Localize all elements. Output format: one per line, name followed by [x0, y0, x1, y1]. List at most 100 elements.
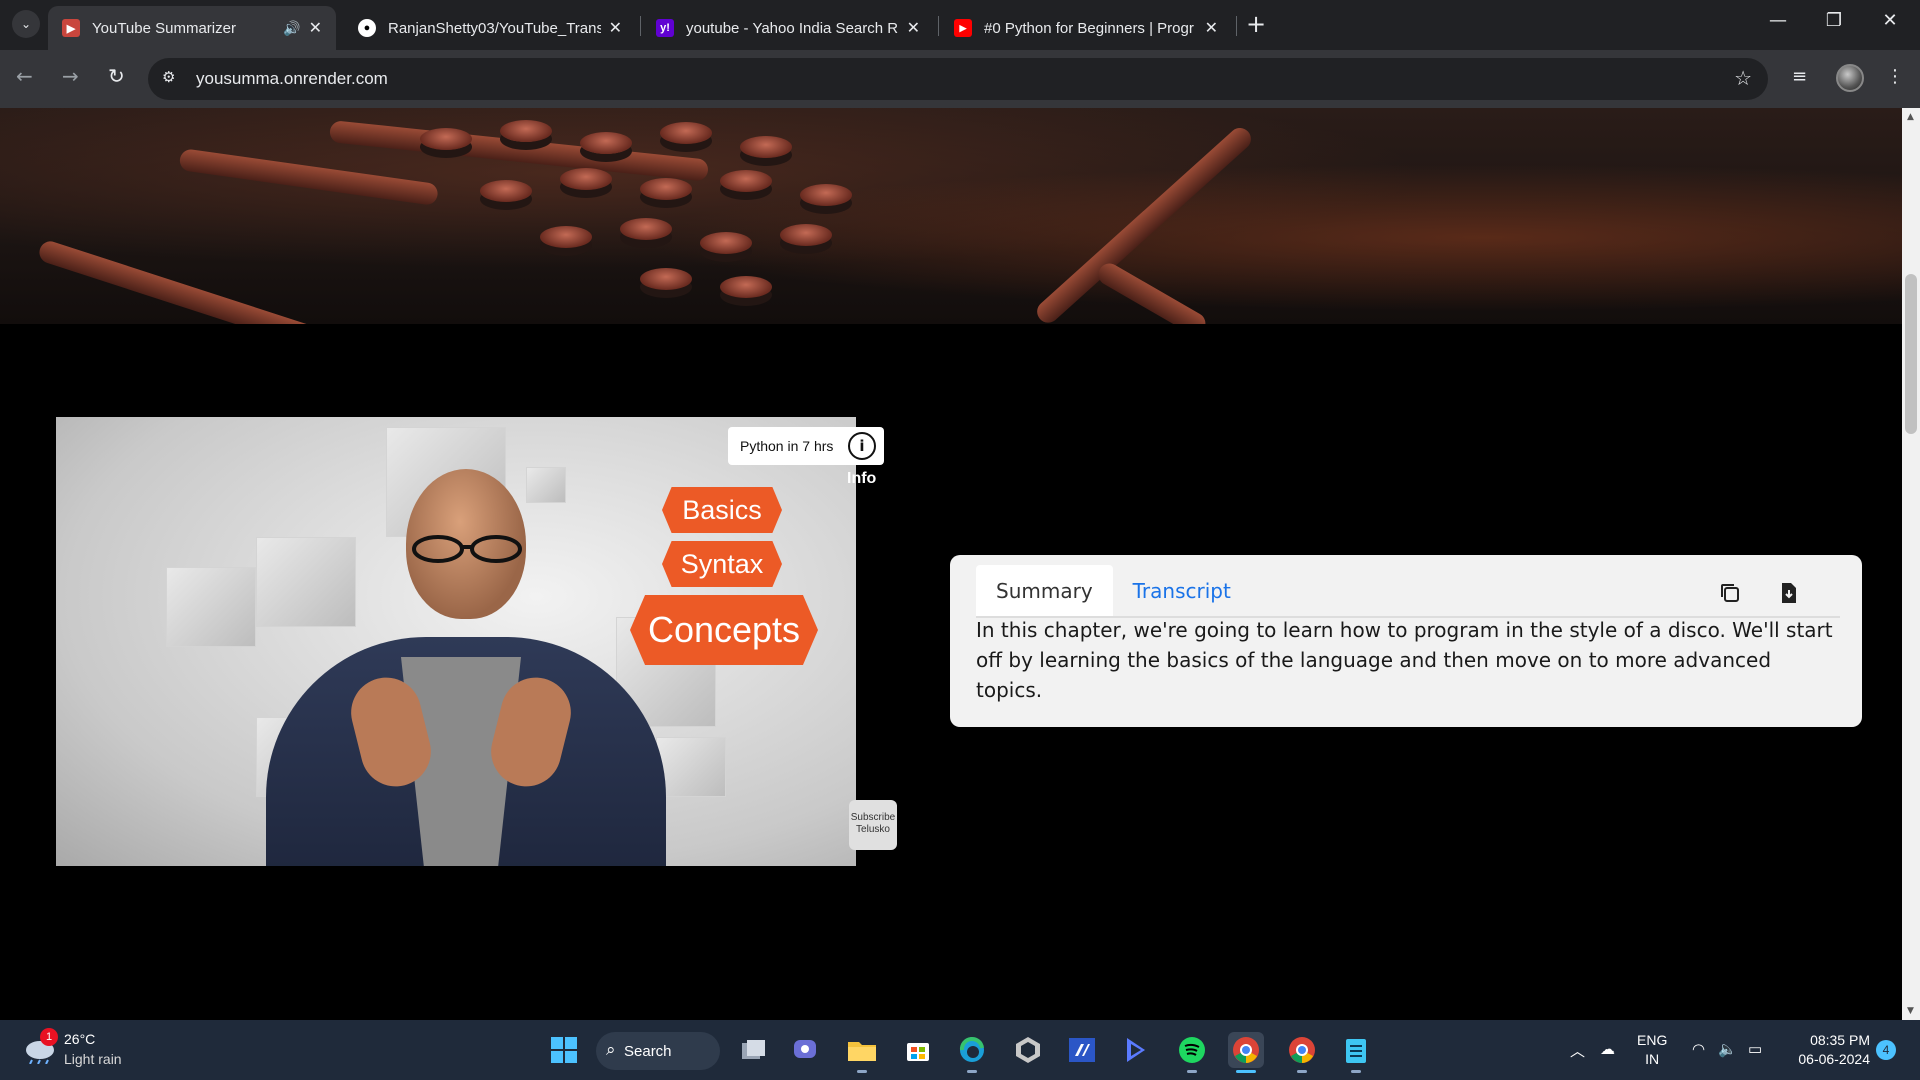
battery-icon[interactable]: ▭ [1748, 1040, 1762, 1058]
close-tab-icon[interactable]: ✕ [609, 18, 622, 38]
background-cube [526, 467, 566, 503]
tab-youtube-summarizer[interactable]: ▶ YouTube Summarizer 🔊 ✕ [48, 6, 336, 50]
github-favicon-icon: ● [358, 19, 376, 37]
reload-icon[interactable]: ↻ [108, 64, 125, 88]
taskbar-search-button[interactable]: ⌕ Search [596, 1032, 720, 1070]
info-icon[interactable]: i [848, 432, 876, 460]
edge-browser-icon[interactable] [954, 1032, 990, 1073]
teams-meet-icon[interactable] [788, 1032, 824, 1068]
chrome-profile-icon[interactable] [1284, 1032, 1320, 1073]
url-text[interactable]: yousumma.onrender.com [196, 69, 388, 89]
download-icon[interactable] [1776, 581, 1800, 605]
show-hidden-icons-chevron-icon[interactable]: ︿ [1570, 1040, 1585, 1061]
presenter-glasses [412, 535, 522, 563]
running-indicator [967, 1070, 977, 1073]
system-clock[interactable]: 08:35 PM 06-06-2024 [1780, 1031, 1870, 1069]
close-tab-icon[interactable]: ✕ [1205, 18, 1218, 38]
page-content: Basics Syntax Concepts Python in 7 hrs i… [0, 108, 1902, 1020]
visual-studio-icon[interactable] [1064, 1032, 1100, 1068]
tab-yahoo-search[interactable]: y! youtube - Yahoo India Search R ✕ [642, 6, 934, 50]
lang-region: IN [1645, 1051, 1660, 1067]
tab-title: youtube - Yahoo India Search R [686, 19, 899, 37]
page-scrollbar[interactable]: ▲ ▼ [1902, 108, 1920, 1020]
active-indicator [1236, 1070, 1256, 1073]
scroll-down-arrow-icon[interactable]: ▼ [1907, 1006, 1914, 1016]
weather-badge: 1 [40, 1028, 58, 1046]
tab-summary[interactable]: Summary [976, 565, 1113, 617]
summary-text: In this chapter, we're going to learn ho… [976, 618, 1833, 702]
running-indicator [1187, 1070, 1197, 1073]
forward-arrow-icon[interactable]: → [62, 64, 79, 88]
media-control-icon[interactable]: ≡ [1792, 66, 1807, 87]
video-tag-syntax: Syntax [662, 541, 782, 587]
onedrive-error-icon[interactable]: ☁ [1600, 1040, 1615, 1058]
subscribe-watermark[interactable]: Subscribe Telusko [849, 800, 897, 850]
close-window-icon[interactable]: ✕ [1870, 10, 1910, 31]
subscribe-label: Subscribe [850, 812, 896, 823]
scroll-up-arrow-icon[interactable]: ▲ [1907, 112, 1914, 122]
tab-youtube-python[interactable]: ▶ #0 Python for Beginners | Progr ✕ [940, 6, 1232, 50]
task-view-icon[interactable] [736, 1032, 772, 1068]
audio-playing-icon[interactable]: 🔊 [283, 20, 300, 37]
typewriter-key [580, 132, 632, 154]
bookmark-star-icon[interactable]: ☆ [1734, 66, 1752, 90]
background-cube [656, 737, 726, 797]
input-language-indicator[interactable]: ENG IN [1637, 1031, 1667, 1069]
search-icon: ⌕ [606, 1040, 616, 1059]
lang-primary: ENG [1637, 1032, 1668, 1048]
close-tab-icon[interactable]: ✕ [309, 18, 322, 38]
video-tag-concepts: Concepts [630, 595, 818, 665]
back-arrow-icon[interactable]: ← [16, 64, 33, 88]
typewriter-key [700, 232, 752, 254]
typewriter-bar [1094, 259, 1210, 324]
background-cube [166, 567, 256, 647]
typewriter-key [780, 224, 832, 246]
weather-temperature[interactable]: 26°C [64, 1031, 95, 1047]
summary-panel: Summary Transcript In this chapter, we'r… [950, 555, 1862, 727]
restore-icon[interactable]: ❐ [1814, 10, 1854, 31]
video-player[interactable]: Basics Syntax Concepts [56, 417, 856, 866]
microsoft-store-icon[interactable] [900, 1032, 936, 1068]
spotify-icon[interactable] [1174, 1032, 1210, 1073]
notepad-icon[interactable] [1338, 1032, 1374, 1073]
site-info-icon[interactable]: ⚙ [162, 68, 175, 86]
scrollbar-thumb[interactable] [1905, 274, 1917, 434]
wifi-icon[interactable]: ◠ [1692, 1040, 1705, 1058]
video-tag-basics: Basics [662, 487, 782, 533]
copy-icon[interactable] [1718, 581, 1742, 605]
tab-github[interactable]: ● RanjanShetty03/YouTube_Trans ✕ [344, 6, 636, 50]
tab-strip: ⌄ ▶ YouTube Summarizer 🔊 ✕ ● RanjanShett… [0, 0, 1920, 50]
clock-time: 08:35 PM [1810, 1032, 1870, 1048]
running-indicator [1297, 1070, 1307, 1073]
typewriter-key [640, 268, 692, 290]
channel-name: Telusko [856, 824, 890, 835]
typewriter-key [800, 184, 852, 206]
windows-start-icon[interactable] [546, 1032, 582, 1068]
tab-transcript[interactable]: Transcript [1113, 565, 1251, 617]
close-tab-icon[interactable]: ✕ [907, 18, 920, 38]
tab-title: #0 Python for Beginners | Progr [984, 19, 1194, 37]
tab-search-button[interactable]: ⌄ [12, 10, 40, 38]
profile-avatar[interactable] [1836, 64, 1864, 92]
weather-description[interactable]: Light rain [64, 1051, 122, 1067]
minimize-icon[interactable]: — [1758, 10, 1798, 31]
chrome-menu-icon[interactable]: ⋮ [1886, 66, 1904, 87]
address-bar[interactable]: ⚙ yousumma.onrender.com ☆ [148, 58, 1768, 100]
typewriter-key [420, 128, 472, 150]
volume-icon[interactable]: 🔈 [1718, 1040, 1737, 1058]
taskbar-search-label: Search [624, 1042, 672, 1060]
typewriter-bar [36, 238, 367, 324]
copilot-icon[interactable] [1118, 1032, 1154, 1068]
typewriter-key [740, 136, 792, 158]
unity-app-icon[interactable] [1010, 1032, 1046, 1068]
chrome-icon[interactable] [1228, 1032, 1264, 1073]
background-cube [256, 537, 356, 627]
tab-divider [640, 16, 641, 36]
tab-title: RanjanShetty03/YouTube_Trans [388, 19, 601, 37]
typewriter-key [720, 170, 772, 192]
new-tab-button[interactable]: + [1246, 10, 1266, 38]
typewriter-key [560, 168, 612, 190]
notification-badge[interactable]: 4 [1876, 1040, 1896, 1060]
file-explorer-icon[interactable] [844, 1032, 880, 1073]
typewriter-key [620, 218, 672, 240]
